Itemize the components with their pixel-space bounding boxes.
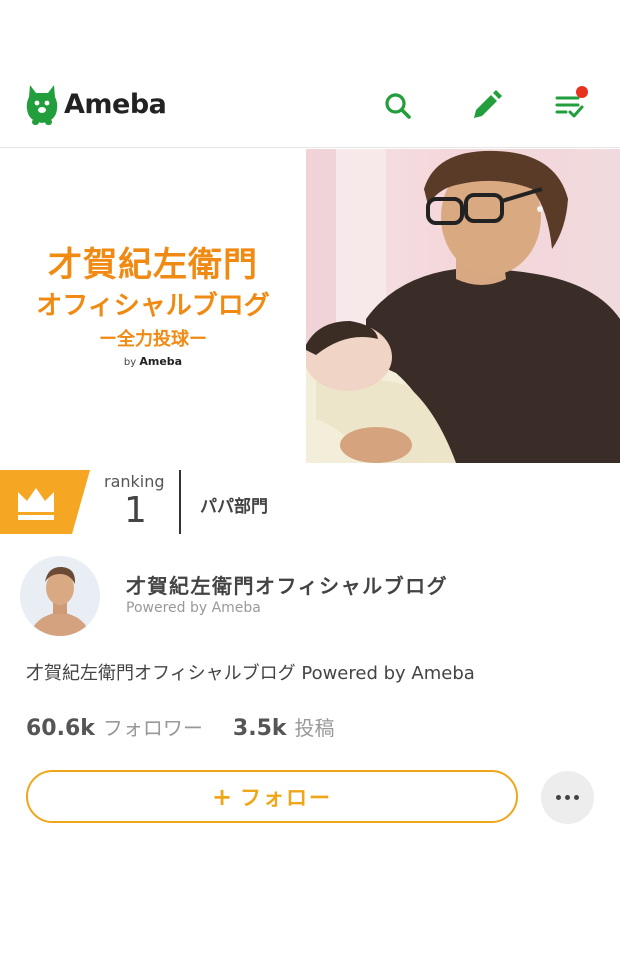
ranking-label: ranking (104, 472, 165, 491)
app-header: Ameba (0, 60, 620, 148)
banner-title: 才賀紀左衛門 (48, 245, 258, 285)
banner-by-ameba: by Ameba (0, 355, 306, 368)
edit-icon (474, 90, 502, 118)
ranking-category-link[interactable]: パパ部門 (200, 492, 268, 517)
followers-label[interactable]: フォロワー (103, 712, 203, 741)
banner-title-block: 才賀紀左衛門 オフィシャルブログ ー全力投球ー by Ameba (0, 149, 306, 463)
more-options-button[interactable] (541, 771, 594, 824)
logo-text: Ameba (64, 88, 167, 120)
ranking-number: 1 (124, 490, 147, 531)
by-brand: Ameba (139, 355, 183, 368)
notification-dot (576, 86, 588, 98)
banner-subtitle: オフィシャルブログ (36, 291, 270, 321)
banner-tagline: ー全力投球ー (99, 329, 207, 350)
posts-count[interactable]: 3.5k (233, 716, 287, 741)
avatar-image (20, 556, 100, 636)
posts-label[interactable]: 投稿 (295, 712, 335, 741)
by-label: by (123, 357, 137, 368)
search-icon (385, 93, 411, 119)
mascot-icon (26, 85, 58, 125)
powered-by-text: Powered by Ameba (126, 600, 261, 616)
followers-count[interactable]: 60.6k (26, 716, 95, 741)
more-icon (556, 795, 579, 800)
banner-photo (306, 149, 620, 463)
blog-stats: 60.6k フォロワー 3.5k 投稿 (26, 712, 335, 741)
ranking-divider (179, 470, 181, 534)
plus-icon: + (211, 782, 233, 811)
ameba-logo[interactable]: Ameba (24, 80, 167, 128)
blog-banner: 才賀紀左衛門 オフィシャルブログ ー全力投球ー by Ameba (0, 149, 620, 463)
avatar[interactable] (20, 556, 100, 636)
blog-name-link[interactable]: 才賀紀左衛門オフィシャルブログ (126, 570, 448, 599)
follow-label: フォロー (240, 785, 333, 810)
blog-description: 才賀紀左衛門オフィシャルブログ Powered by Ameba (26, 663, 475, 684)
ranking-badge (0, 470, 90, 534)
follow-button[interactable]: + フォロー (26, 770, 518, 823)
crown-icon (0, 470, 90, 534)
search-button[interactable] (378, 86, 418, 126)
write-post-button[interactable] (466, 86, 506, 126)
reader-button[interactable] (550, 86, 590, 126)
father-baby-photo (306, 149, 620, 463)
